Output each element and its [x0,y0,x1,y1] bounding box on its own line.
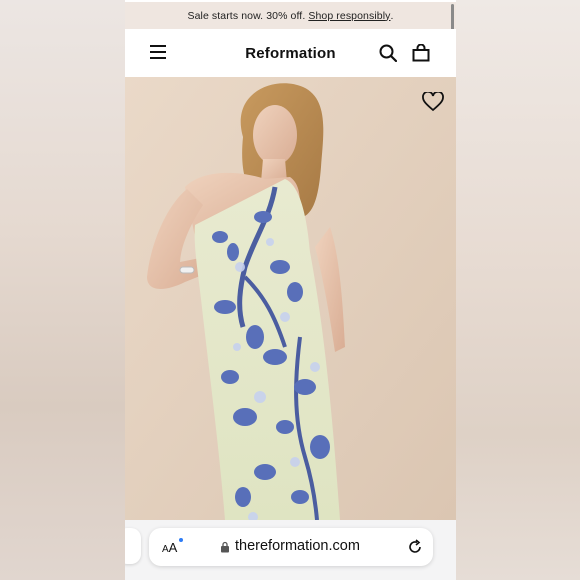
heart-icon[interactable] [422,92,444,112]
text-size-button[interactable]: AA [162,540,177,555]
url-text: thereformation.com [235,538,360,554]
reload-icon[interactable] [407,539,423,555]
notification-dot [179,538,183,542]
brand-logo[interactable]: Reformation [125,45,456,62]
model-photo [125,77,456,520]
promo-text: Sale starts now. 30% off. [187,9,306,22]
promo-banner: Sale starts now. 30% off. Shop responsib… [125,2,456,29]
phone-screen: Sale starts now. 30% off. Shop responsib… [125,0,456,580]
lock-icon [221,541,229,553]
promo-suffix: . [390,9,394,22]
bag-icon[interactable] [412,44,430,62]
site-header: Reformation [125,29,456,77]
promo-link[interactable]: Shop responsibly [308,10,390,22]
background-blur-left [0,0,125,580]
address-bar[interactable]: AA thereformation.com [149,528,433,566]
background-blur-right [456,0,580,580]
search-icon[interactable] [379,44,397,62]
browser-toolbar: AA thereformation.com [125,520,456,580]
product-hero-image[interactable] [125,77,456,520]
previous-tab-peek[interactable] [125,528,141,564]
